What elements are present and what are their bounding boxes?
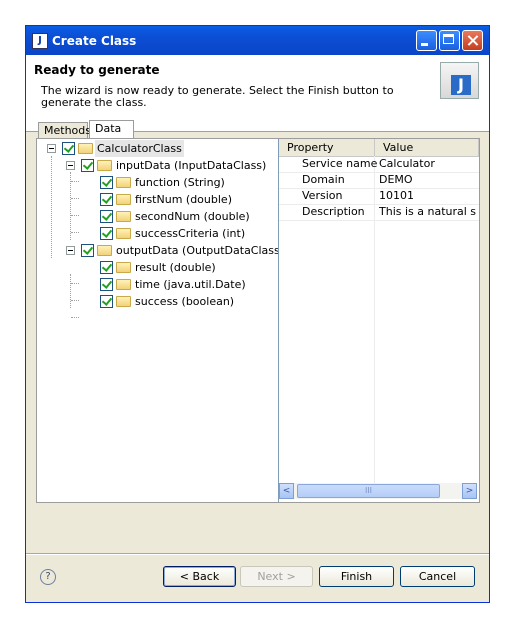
wizard-heading: Ready to generate	[34, 63, 160, 77]
property-row[interactable]: Version 10101	[279, 188, 479, 205]
property-value: 10101	[379, 189, 414, 202]
collapse-icon[interactable]	[47, 144, 56, 153]
column-header-property[interactable]: Property	[279, 139, 375, 156]
property-key: Version	[302, 189, 343, 202]
collapse-icon[interactable]	[66, 161, 75, 170]
wizard-description: The wizard is now ready to generate. Sel…	[41, 84, 394, 109]
checkbox-checked-icon[interactable]	[100, 210, 113, 223]
property-key: Domain	[302, 173, 345, 186]
app-icon: J	[32, 33, 48, 49]
tree-node-field[interactable]: success (boolean)	[37, 293, 277, 310]
minimize-button[interactable]	[416, 30, 437, 51]
property-row[interactable]: Service name Calculator	[279, 156, 479, 173]
horizontal-scrollbar[interactable]: < III >	[279, 483, 477, 499]
scroll-thumb[interactable]: III	[297, 484, 440, 498]
close-button[interactable]	[462, 30, 483, 51]
folder-icon	[97, 245, 112, 256]
collapse-icon[interactable]	[66, 246, 75, 255]
tree-node-field[interactable]: secondNum (double)	[37, 208, 277, 225]
tree-label: inputData (InputDataClass)	[116, 159, 267, 172]
tree-node-field[interactable]: time (java.util.Date)	[37, 276, 277, 293]
tab-data[interactable]: Data	[89, 120, 134, 139]
properties-table[interactable]: Property Value Service name Calculator D…	[279, 139, 479, 502]
checkbox-checked-icon[interactable]	[62, 142, 75, 155]
tree-node-input[interactable]: inputData (InputDataClass)	[37, 157, 277, 174]
folder-icon	[116, 228, 131, 239]
tree-node-output[interactable]: outputData (OutputDataClass)	[37, 242, 279, 259]
checkbox-checked-icon[interactable]	[100, 295, 113, 308]
property-key: Service name	[302, 157, 378, 170]
property-row[interactable]: Description This is a natural sub	[279, 204, 479, 221]
create-class-dialog: J Create Class Ready to generate The wiz…	[25, 25, 490, 603]
maximize-button[interactable]	[439, 30, 460, 51]
class-tree[interactable]: CalculatorClass inputData (InputDataClas…	[37, 139, 279, 502]
property-value: This is a natural sub	[379, 205, 476, 218]
checkbox-checked-icon[interactable]	[81, 244, 94, 257]
tree-label: outputData (OutputDataClass)	[116, 244, 279, 257]
scroll-right-icon[interactable]: >	[462, 483, 477, 499]
data-panel: CalculatorClass inputData (InputDataClas…	[36, 138, 480, 503]
property-key: Description	[302, 205, 365, 218]
checkbox-checked-icon[interactable]	[100, 176, 113, 189]
column-header-value[interactable]: Value	[375, 139, 479, 156]
next-button[interactable]: Next >	[240, 566, 313, 587]
folder-icon	[116, 262, 131, 273]
tree-label: result (double)	[135, 261, 216, 274]
property-row[interactable]: Domain DEMO	[279, 172, 479, 189]
window-title: Create Class	[52, 34, 137, 48]
tree-label: secondNum (double)	[135, 210, 250, 223]
button-separator	[26, 553, 489, 555]
checkbox-checked-icon[interactable]	[100, 261, 113, 274]
java-class-wizard-icon: J	[440, 62, 479, 99]
tree-label: function (String)	[135, 176, 225, 189]
checkbox-checked-icon[interactable]	[100, 278, 113, 291]
folder-icon	[116, 296, 131, 307]
tree-node-field[interactable]: firstNum (double)	[37, 191, 277, 208]
tree-label: firstNum (double)	[135, 193, 232, 206]
folder-icon	[116, 211, 131, 222]
title-bar[interactable]: J Create Class	[26, 26, 489, 55]
cancel-button[interactable]: Cancel	[400, 566, 475, 587]
property-value: Calculator	[379, 157, 435, 170]
tab-methods[interactable]: Methods	[38, 122, 91, 138]
tree-node-field[interactable]: successCriteria (int)	[37, 225, 277, 242]
folder-icon	[116, 194, 131, 205]
tree-label: success (boolean)	[135, 295, 235, 308]
checkbox-checked-icon[interactable]	[81, 159, 94, 172]
folder-icon	[97, 160, 112, 171]
tree-node-field[interactable]: result (double)	[37, 259, 277, 276]
tree-label: successCriteria (int)	[135, 227, 246, 240]
tree-node-root[interactable]: CalculatorClass	[37, 140, 277, 157]
tree-label: time (java.util.Date)	[135, 278, 246, 291]
folder-icon	[116, 177, 131, 188]
checkbox-checked-icon[interactable]	[100, 227, 113, 240]
help-icon[interactable]: ?	[40, 569, 56, 585]
tree-label: CalculatorClass	[95, 140, 184, 157]
back-button[interactable]: < Back	[163, 566, 236, 587]
folder-icon	[78, 143, 93, 154]
checkbox-checked-icon[interactable]	[100, 193, 113, 206]
properties-header: Property Value	[279, 139, 479, 157]
finish-button[interactable]: Finish	[319, 566, 394, 587]
folder-icon	[116, 279, 131, 290]
scroll-left-icon[interactable]: <	[279, 483, 294, 499]
property-value: DEMO	[379, 173, 413, 186]
tree-node-field[interactable]: function (String)	[37, 174, 277, 191]
